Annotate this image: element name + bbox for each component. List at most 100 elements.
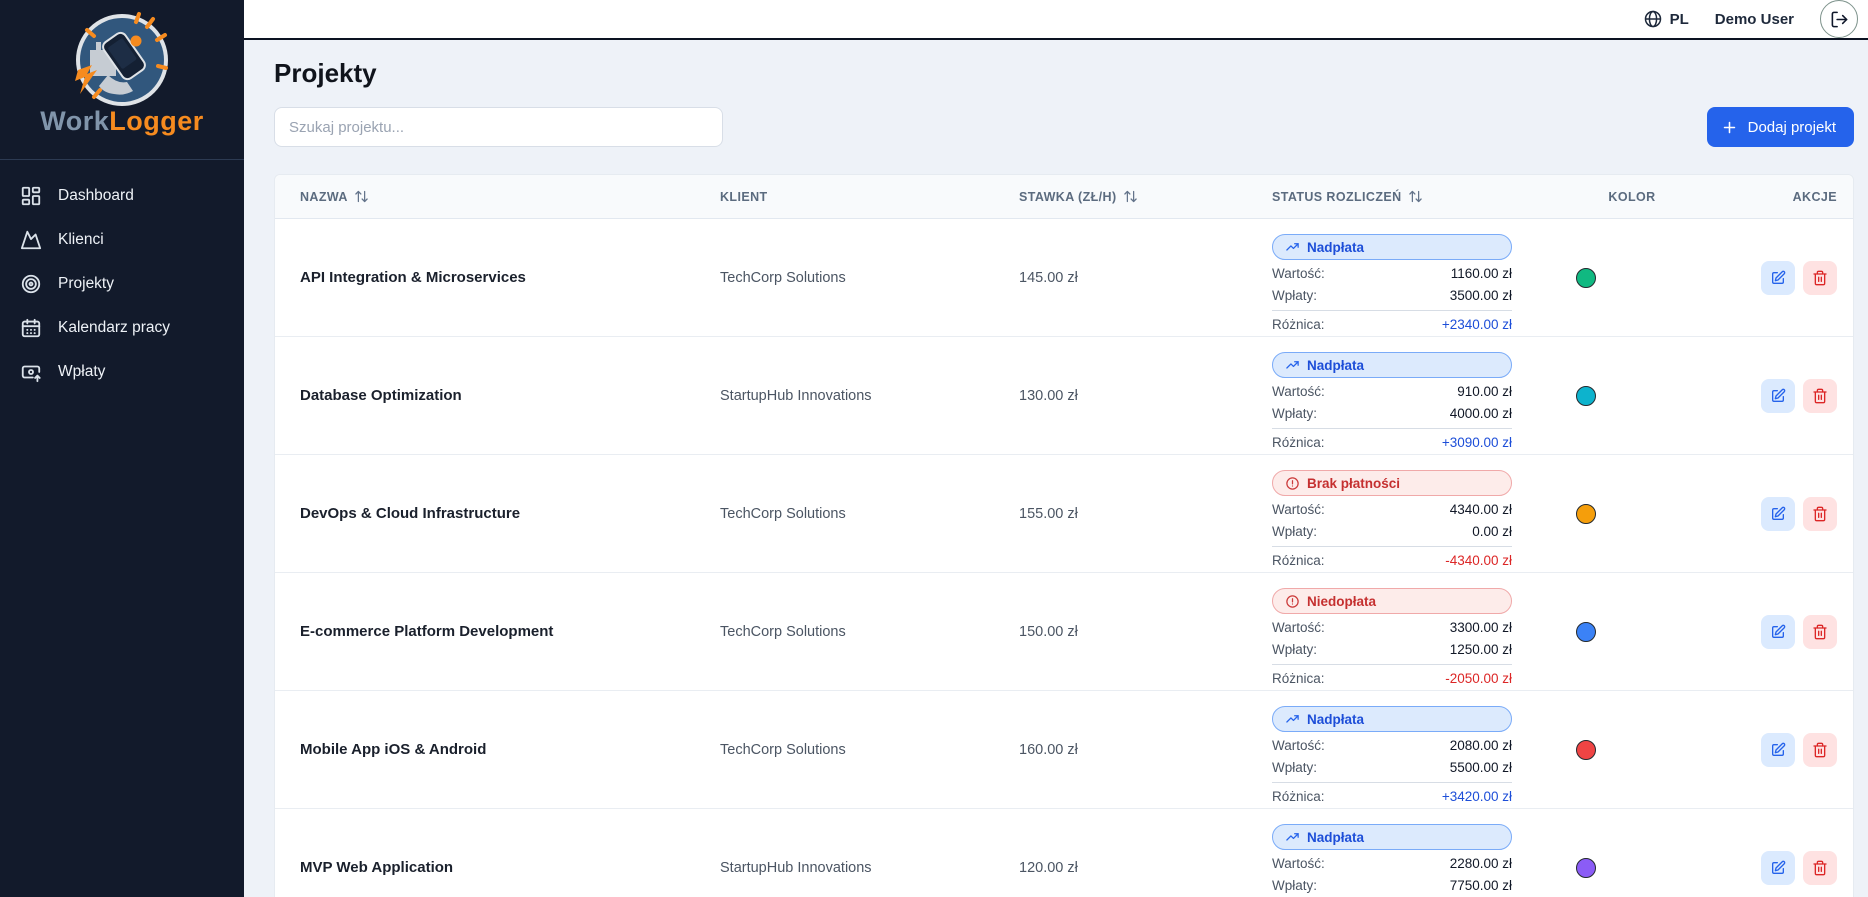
projects-table: NAZWA KLIENT STAWKA (ZŁ/H) [274, 174, 1854, 897]
edit-button[interactable] [1761, 379, 1795, 413]
header-akcje: AKCJE [1712, 190, 1853, 204]
trash-icon [1812, 388, 1828, 404]
header-kolor: KOLOR [1552, 190, 1712, 204]
project-status-cell: Nadpłata Wartość: 2280.00 zł Wpłaty: 775… [1272, 809, 1552, 897]
trending-up-icon [1285, 358, 1300, 373]
project-rate: 145.00 zł [1019, 219, 1272, 336]
roznica-line: Różnica: +3420.00 zł [1272, 782, 1512, 805]
edit-button[interactable] [1761, 261, 1795, 295]
sidebar-item-wplaty[interactable]: Wpłaty [0, 350, 244, 394]
delete-button[interactable] [1803, 615, 1837, 649]
project-color-cell [1552, 691, 1712, 808]
edit-button[interactable] [1761, 851, 1795, 885]
brand-logger: Logger [109, 106, 204, 136]
project-actions [1712, 809, 1853, 897]
edit-button[interactable] [1761, 497, 1795, 531]
brand-work: Work [40, 106, 109, 136]
delete-button[interactable] [1803, 851, 1837, 885]
language-switcher[interactable]: PL [1643, 9, 1689, 29]
roznica-value: +3090.00 zł [1442, 434, 1512, 451]
roznica-value: -4340.00 zł [1445, 552, 1512, 569]
project-color-cell [1552, 219, 1712, 336]
status-badge: Nadpłata [1272, 234, 1512, 260]
status-label: Nadpłata [1307, 240, 1364, 255]
status-badge: Nadpłata [1272, 352, 1512, 378]
sidebar-item-label: Kalendarz pracy [58, 319, 170, 337]
color-dot [1576, 504, 1596, 524]
table-row: Database Optimization StartupHub Innovat… [275, 337, 1853, 455]
trash-icon [1812, 624, 1828, 640]
wplaty-value: 3500.00 zł [1450, 287, 1512, 304]
table-row: MVP Web Application StartupHub Innovatio… [275, 809, 1853, 897]
header-stawka[interactable]: STAWKA (ZŁ/H) [1019, 189, 1272, 204]
logout-icon [1830, 10, 1849, 29]
alert-circle-icon [1285, 594, 1300, 609]
wartosc-value: 3300.00 zł [1450, 619, 1512, 636]
search-input[interactable] [274, 107, 723, 147]
project-rate: 120.00 zł [1019, 809, 1272, 897]
roznica-label: Różnica: [1272, 316, 1325, 333]
delete-button[interactable] [1803, 497, 1837, 531]
project-status-cell: Nadpłata Wartość: 1160.00 zł Wpłaty: 350… [1272, 219, 1552, 336]
sidebar-item-klienci[interactable]: Klienci [0, 218, 244, 262]
trash-icon [1812, 506, 1828, 522]
trending-up-icon [1285, 712, 1300, 727]
project-client: TechCorp Solutions [720, 691, 1019, 808]
project-rate: 160.00 zł [1019, 691, 1272, 808]
project-actions [1712, 573, 1853, 690]
sidebar-item-projekty[interactable]: Projekty [0, 262, 244, 306]
sidebar-item-kalendarz[interactable]: Kalendarz pracy [0, 306, 244, 350]
sidebar-item-dashboard[interactable]: Dashboard [0, 174, 244, 218]
wartosc-line: Wartość: 2280.00 zł [1272, 855, 1512, 872]
roznica-line: Różnica: -4340.00 zł [1272, 546, 1512, 569]
status-label: Nadpłata [1307, 712, 1364, 727]
wplaty-label: Wpłaty: [1272, 287, 1317, 304]
project-status-cell: Nadpłata Wartość: 910.00 zł Wpłaty: 4000… [1272, 337, 1552, 454]
header-nazwa[interactable]: NAZWA [275, 189, 720, 204]
color-dot [1576, 740, 1596, 760]
project-actions [1712, 455, 1853, 572]
wplaty-value: 5500.00 zł [1450, 759, 1512, 776]
sidebar-item-label: Wpłaty [58, 363, 105, 381]
edit-button[interactable] [1761, 733, 1795, 767]
wartosc-value: 2080.00 zł [1450, 737, 1512, 754]
trending-up-icon [1285, 240, 1300, 255]
wplaty-line: Wpłaty: 0.00 zł [1272, 523, 1512, 540]
wartosc-line: Wartość: 910.00 zł [1272, 383, 1512, 400]
wartosc-label: Wartość: [1272, 265, 1325, 282]
wplaty-value: 7750.00 zł [1450, 877, 1512, 894]
add-project-button[interactable]: Dodaj projekt [1707, 107, 1854, 147]
mountain-icon [20, 229, 42, 251]
roznica-line: Różnica: +2340.00 zł [1272, 310, 1512, 333]
header-status[interactable]: STATUS ROZLICZEŃ [1272, 189, 1552, 204]
wartosc-line: Wartość: 3300.00 zł [1272, 619, 1512, 636]
project-rate: 150.00 zł [1019, 573, 1272, 690]
language-code: PL [1670, 11, 1689, 28]
project-name: E-commerce Platform Development [275, 573, 720, 690]
sidebar-item-label: Dashboard [58, 187, 134, 205]
roznica-value: -2050.00 zł [1445, 670, 1512, 687]
delete-button[interactable] [1803, 261, 1837, 295]
dashboard-icon [20, 185, 42, 207]
status-block: Brak płatności Wartość: 4340.00 zł Wpłat… [1272, 470, 1512, 569]
wartosc-value: 910.00 zł [1457, 383, 1512, 400]
edit-button[interactable] [1761, 615, 1795, 649]
wartosc-label: Wartość: [1272, 383, 1325, 400]
wartosc-label: Wartość: [1272, 501, 1325, 518]
table-row: E-commerce Platform Development TechCorp… [275, 573, 1853, 691]
color-dot [1576, 268, 1596, 288]
brand-name: WorkLogger [40, 106, 204, 137]
wplaty-line: Wpłaty: 4000.00 zł [1272, 405, 1512, 422]
wartosc-value: 1160.00 zł [1451, 265, 1512, 282]
delete-button[interactable] [1803, 379, 1837, 413]
wplaty-label: Wpłaty: [1272, 405, 1317, 422]
status-badge: Niedopłata [1272, 588, 1512, 614]
trash-icon [1812, 270, 1828, 286]
delete-button[interactable] [1803, 733, 1837, 767]
edit-icon [1770, 624, 1786, 640]
edit-icon [1770, 388, 1786, 404]
add-project-label: Dodaj projekt [1748, 119, 1836, 136]
plus-icon [1721, 119, 1738, 136]
trash-icon [1812, 860, 1828, 876]
logout-button[interactable] [1820, 0, 1858, 38]
